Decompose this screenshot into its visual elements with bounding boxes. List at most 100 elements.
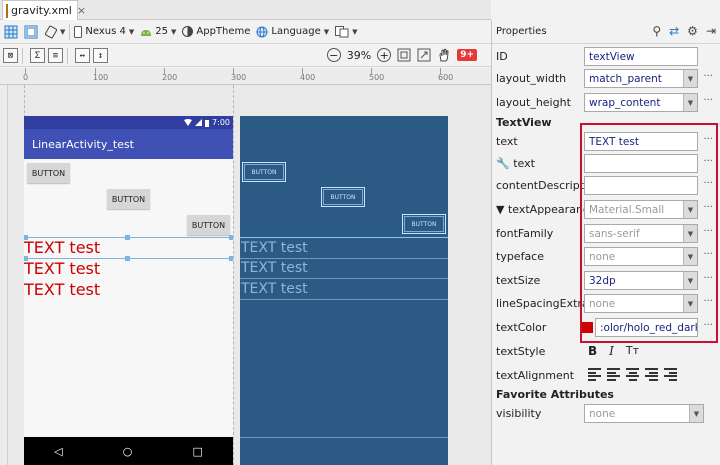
layout-width-select[interactable]: match_parent ▼ xyxy=(584,69,698,88)
blueprint-button-center[interactable]: BUTTON xyxy=(321,187,365,207)
blueprint-button-left[interactable]: BUTTON xyxy=(242,162,286,182)
preview-button-center[interactable]: BUTTON xyxy=(107,189,150,209)
align-right-icon[interactable] xyxy=(645,368,658,381)
device-icon xyxy=(74,25,83,38)
margin-icon[interactable]: ≡ xyxy=(48,48,63,63)
ruler-label: 500 xyxy=(369,73,385,82)
zoom-to-fit-icon[interactable] xyxy=(397,48,411,62)
layout-toolbar: ▼ Nexus 4 ▼ 25 ▼ AppTheme Language ▼ ▼ xyxy=(0,20,491,44)
sigma-icon[interactable]: Σ xyxy=(30,48,45,63)
view-toolbar: ⊠ Σ ≡ ↔ ↕ − 39% + 9+ xyxy=(0,45,491,67)
pack-vertical-icon[interactable]: ↕ xyxy=(93,48,108,63)
more-options-icon[interactable]: ··· xyxy=(703,71,713,82)
ruler-label: 300 xyxy=(231,73,247,82)
resize-handle[interactable] xyxy=(125,235,130,240)
android-icon xyxy=(141,29,152,36)
wrench-icon: 🔧 xyxy=(496,157,510,170)
gear-icon[interactable]: ⚙ xyxy=(687,24,698,38)
layout-variants-dropdown[interactable]: ▼ xyxy=(335,25,358,38)
language-dropdown[interactable]: Language ▼ xyxy=(256,26,329,38)
theme-dropdown[interactable]: AppTheme xyxy=(182,26,250,37)
blueprint-textview-1[interactable]: TEXT test xyxy=(240,237,448,259)
section-favorite-attributes: Favorite Attributes xyxy=(496,388,614,401)
language-label: Language xyxy=(271,26,321,37)
bold-icon[interactable]: B xyxy=(588,344,597,358)
file-tab[interactable]: gravity.xml × xyxy=(2,0,86,20)
prop-row-text-style: textStyle B I Tт xyxy=(492,341,720,363)
search-icon[interactable]: ⚲ xyxy=(652,24,661,38)
swap-view-icon[interactable]: ⇄ xyxy=(669,24,679,38)
ruler-label: 0 xyxy=(23,73,29,82)
recents-icon[interactable]: □ xyxy=(193,445,203,458)
resize-handle[interactable] xyxy=(125,256,130,261)
preview-textview-3[interactable]: TEXT test xyxy=(24,280,100,300)
prop-label-visibility: visibility xyxy=(496,407,542,420)
prop-label-font-family: fontFamily xyxy=(496,227,554,240)
orientation-icon[interactable] xyxy=(42,23,60,41)
device-dropdown[interactable]: Nexus 4 ▼ xyxy=(74,25,134,38)
blueprint-nav-bar xyxy=(240,437,448,465)
layout-height-select[interactable]: wrap_content ▼ xyxy=(584,93,698,112)
align-start-icon[interactable] xyxy=(588,368,601,381)
battery-icon xyxy=(205,119,210,127)
resize-handle[interactable] xyxy=(24,256,28,261)
section-textview: TextView xyxy=(496,116,552,129)
text-style-toggles: B I Tт xyxy=(588,344,639,358)
app-title: LinearActivity_test xyxy=(32,137,134,151)
prop-label-tools-text: 🔧 text xyxy=(496,157,535,170)
prop-label-text-size: textSize xyxy=(496,274,541,287)
chevron-down-icon: ▼ xyxy=(352,27,358,36)
actual-size-icon[interactable] xyxy=(417,48,431,62)
wifi-icon xyxy=(184,119,193,126)
prop-row-id: ID textView xyxy=(492,46,720,68)
back-icon[interactable]: ◁ xyxy=(54,445,62,458)
prop-label-text: text xyxy=(496,135,518,148)
preview-textview-2[interactable]: TEXT test xyxy=(24,259,100,279)
warning-badge[interactable]: 9+ xyxy=(457,49,477,61)
layout-width-value: match_parent xyxy=(589,72,662,85)
pan-hand-icon[interactable] xyxy=(437,48,451,62)
design-mode-icon[interactable] xyxy=(2,23,20,41)
prop-row-layout-width: layout_width match_parent ▼ ··· xyxy=(492,68,720,90)
prop-label-text-color: textColor xyxy=(496,321,547,334)
zoom-controls: − 39% + 9+ xyxy=(326,48,477,62)
vertical-ruler xyxy=(0,85,8,465)
blueprint-preview[interactable]: BUTTON BUTTON BUTTON TEXT test TEXT test… xyxy=(240,116,448,465)
blueprint-textview-2[interactable]: TEXT test xyxy=(240,258,448,279)
resize-handle[interactable] xyxy=(229,235,233,240)
design-preview[interactable]: 7:00 LinearActivity_test BUTTON BUTTON B… xyxy=(24,116,233,465)
preview-button-right[interactable]: BUTTON xyxy=(187,215,230,235)
preview-button-left[interactable]: BUTTON xyxy=(27,163,70,183)
expand-triangle-icon[interactable]: ▼ xyxy=(496,203,504,216)
zoom-out-button[interactable]: − xyxy=(326,48,341,62)
api-level-dropdown[interactable]: 25 ▼ xyxy=(140,26,176,37)
show-constraints-icon[interactable]: ⊠ xyxy=(3,48,18,63)
prop-label-id: ID xyxy=(496,50,508,63)
zoom-in-button[interactable]: + xyxy=(377,48,392,62)
all-caps-icon[interactable]: Tт xyxy=(626,344,639,358)
resize-handle[interactable] xyxy=(24,235,28,240)
ruler-label: 400 xyxy=(300,73,316,82)
tools-text-label: text xyxy=(513,157,535,170)
blueprint-button-right[interactable]: BUTTON xyxy=(402,214,446,234)
pack-horizontal-icon[interactable]: ↔ xyxy=(75,48,90,63)
close-tab-icon[interactable]: × xyxy=(77,4,86,17)
prop-row-visibility: visibility none ▼ xyxy=(492,403,720,425)
hide-panel-icon[interactable]: ⇥ xyxy=(706,24,716,38)
align-center-icon[interactable] xyxy=(626,368,639,381)
home-icon[interactable]: ○ xyxy=(123,445,133,458)
more-options-icon[interactable]: ··· xyxy=(703,95,713,106)
properties-title: Properties xyxy=(496,26,547,37)
visibility-select[interactable]: none ▼ xyxy=(584,404,704,423)
align-end-icon[interactable] xyxy=(664,368,677,381)
theme-icon xyxy=(182,26,194,37)
orientation-dropdown-icon[interactable]: ▼ xyxy=(60,28,65,36)
highlight-annotation-box xyxy=(580,123,718,343)
blueprint-textview-3[interactable]: TEXT test xyxy=(240,279,448,300)
italic-icon[interactable]: I xyxy=(609,344,614,358)
blueprint-mode-icon[interactable] xyxy=(22,23,40,41)
id-field[interactable]: textView xyxy=(584,47,698,66)
ruler-label: 200 xyxy=(162,73,178,82)
resize-handle[interactable] xyxy=(229,256,233,261)
align-left-icon[interactable] xyxy=(607,368,620,381)
